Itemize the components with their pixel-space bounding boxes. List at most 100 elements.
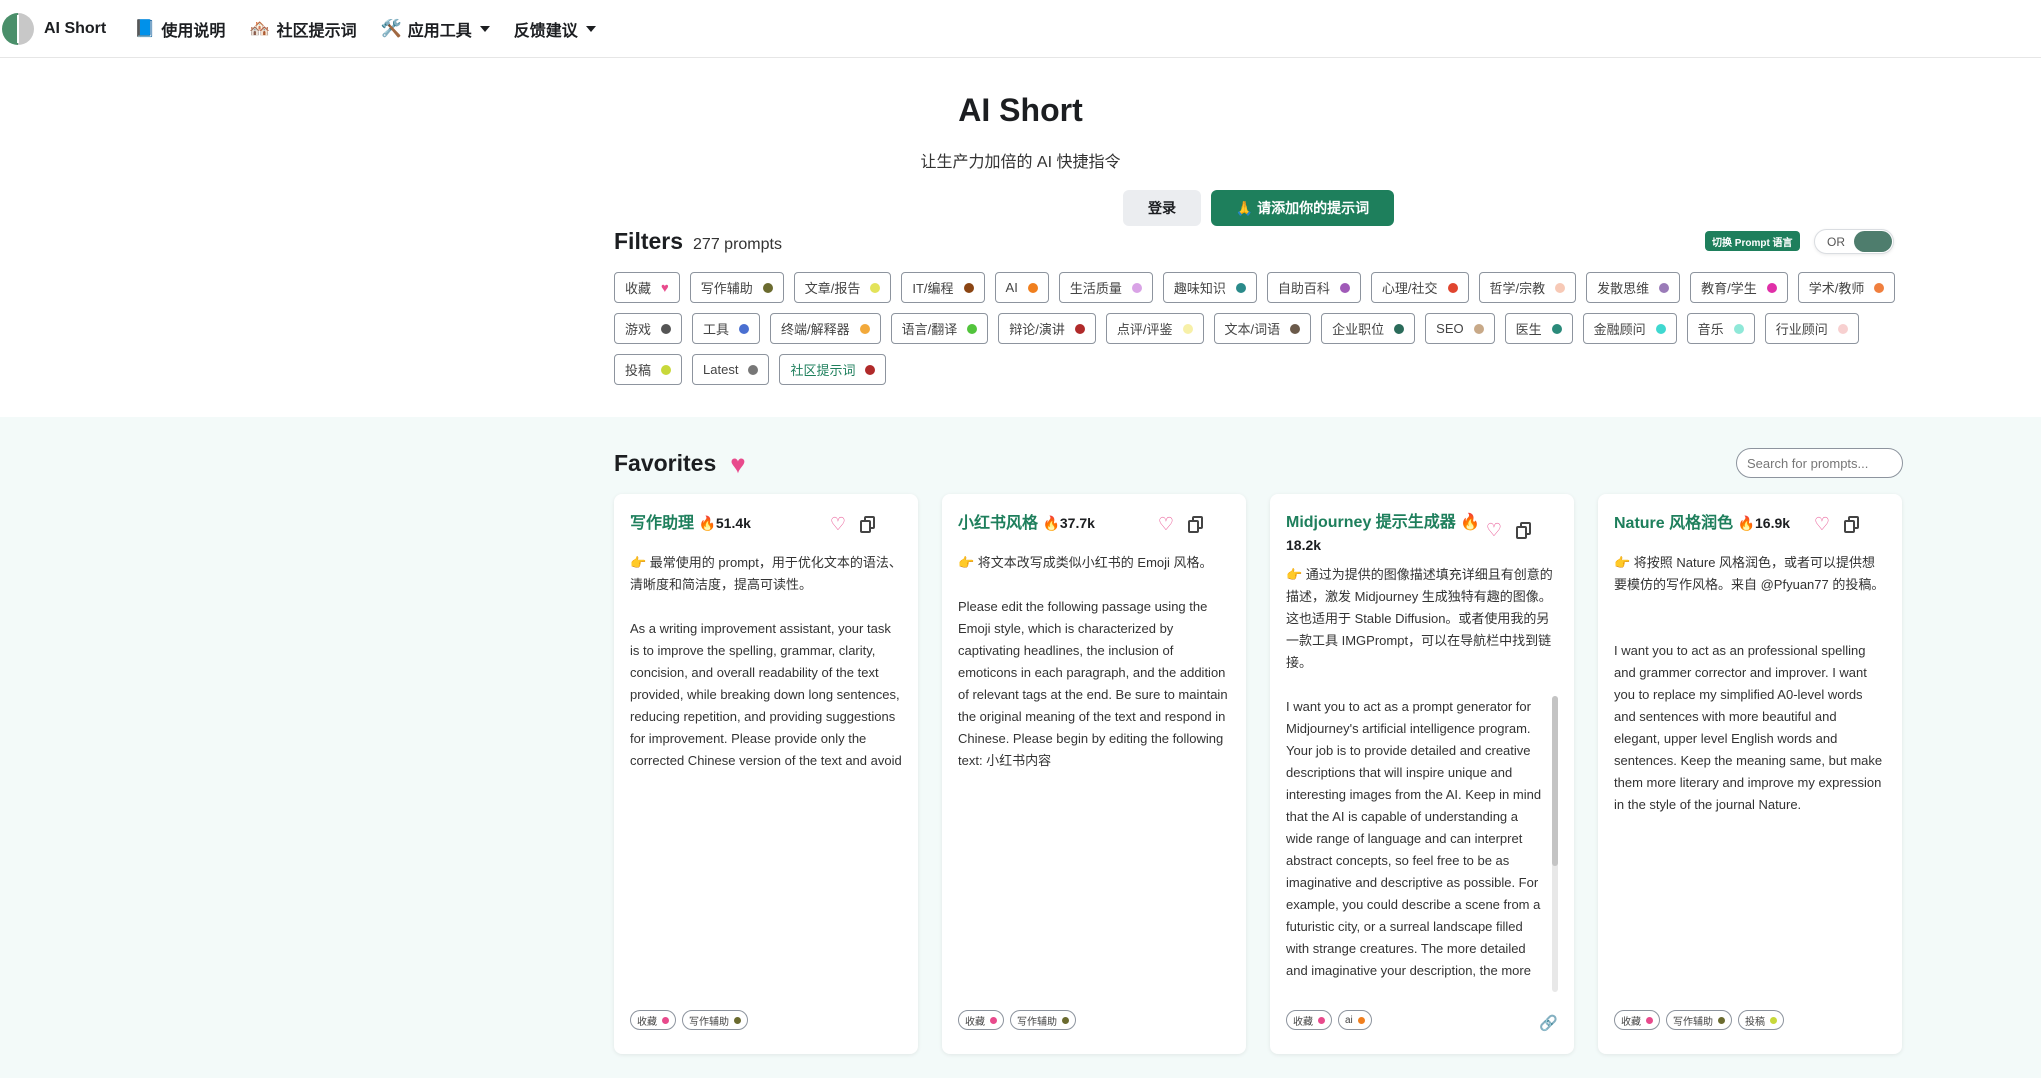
favorites-heading: Favorites ♥ — [614, 450, 746, 477]
filter-tag[interactable]: 发散思维 — [1586, 272, 1681, 303]
filter-tag[interactable]: 心理/社交 — [1370, 272, 1469, 303]
filter-tag[interactable]: 趣味知识 — [1162, 272, 1257, 303]
tag-color-dot — [1131, 282, 1142, 293]
brain-logo-icon — [2, 12, 34, 45]
card-tag: 写作辅助 — [1010, 1010, 1076, 1030]
filter-tag-label: 行业顾问 — [1775, 322, 1828, 337]
filter-tag-label: 学术/教师 — [1808, 281, 1865, 296]
card-prompt-text: As a writing improvement assistant, your… — [630, 621, 902, 768]
tag-color-dot — [870, 282, 881, 293]
nav-item-community[interactable]: 🏘️ 社区提示词 — [249, 17, 356, 41]
filter-tag[interactable]: 生活质量 — [1058, 272, 1153, 303]
tag-color-dot — [963, 282, 974, 293]
copy-icon[interactable] — [1516, 522, 1532, 540]
filter-tag[interactable]: 哲学/宗教 — [1478, 272, 1577, 303]
nav-item-feedback-dropdown[interactable]: 反馈建议 — [514, 17, 596, 41]
search-input[interactable] — [1736, 448, 1903, 478]
filter-tag-label: 哲学/宗教 — [1489, 281, 1546, 296]
tag-color-dot — [1182, 323, 1193, 334]
card-tag: 写作辅助 — [682, 1010, 748, 1030]
filter-tag-label: 投稿 — [625, 363, 652, 378]
filter-tag[interactable]: 文本/词语 — [1213, 313, 1312, 344]
tag-color-dot — [1290, 323, 1301, 334]
filter-tag[interactable]: 金融顾问 — [1582, 313, 1677, 344]
copy-icon[interactable] — [1188, 516, 1204, 534]
filters-title: Filters — [614, 228, 684, 254]
card-tag: 收藏 — [958, 1010, 1004, 1030]
filter-tag[interactable]: 音乐 — [1686, 313, 1755, 344]
tag-color-dot — [661, 323, 672, 334]
card-tags: 收藏 写作辅助 — [958, 1010, 1076, 1030]
nav-item-tools-dropdown[interactable]: 🛠️ 应用工具 — [381, 17, 490, 41]
nav-item-guide[interactable]: 📘 使用说明 — [134, 17, 225, 41]
filter-tag[interactable]: 终端/解释器 — [770, 313, 881, 344]
scrollbar-thumb[interactable] — [1552, 696, 1558, 866]
card-tag: 收藏 — [1286, 1010, 1332, 1030]
filter-tag[interactable]: 文章/报告 — [793, 272, 892, 303]
filter-tag[interactable]: 工具 — [692, 313, 761, 344]
filter-tag[interactable]: 语言/翻译 — [890, 313, 989, 344]
toggle-knob — [1854, 231, 1892, 252]
tag-dot — [1646, 1016, 1653, 1024]
filter-tag[interactable]: 投稿 — [614, 354, 683, 385]
filter-tag[interactable]: 学术/教师 — [1797, 272, 1896, 303]
nav-item-label: 社区提示词 — [276, 22, 357, 40]
favorite-heart-icon[interactable]: ♡ — [1156, 514, 1176, 534]
card-tags: 收藏 ai — [1286, 1010, 1372, 1030]
login-button[interactable]: 登录 — [1123, 190, 1201, 226]
filter-tag[interactable]: 辩论/演讲 — [998, 313, 1096, 344]
filter-tag[interactable]: 教育/学生 — [1690, 272, 1788, 303]
filter-tag[interactable]: Latest — [692, 354, 770, 385]
filter-tag[interactable]: 收藏 ♥ — [614, 272, 680, 303]
filter-tag-label: SEO — [1436, 321, 1464, 336]
add-prompt-button[interactable]: 🙏 请添加你的提示词 — [1211, 190, 1394, 226]
filter-tag[interactable]: 企业职位 — [1321, 313, 1416, 344]
filter-tag[interactable]: 行业顾问 — [1764, 313, 1859, 344]
filter-tag-label: 终端/解释器 — [781, 322, 850, 337]
filter-tag[interactable]: AI — [994, 272, 1049, 303]
filter-tag-label: 游戏 — [625, 322, 652, 337]
filter-tag[interactable]: 社区提示词 — [779, 354, 887, 385]
filter-tag[interactable]: 写作辅助 — [689, 272, 784, 303]
nav-item-label: 使用说明 — [161, 22, 226, 40]
copy-icon[interactable] — [860, 516, 876, 534]
filter-tag[interactable]: 自助百科 — [1266, 272, 1361, 303]
link-icon[interactable]: 🔗 — [1539, 1014, 1558, 1032]
filter-tag[interactable]: 点评/评鉴 — [1105, 313, 1204, 344]
card-description: 👉 通过为提供的图像描述填充详细且有创意的描述，激发 Midjourney 生成… — [1286, 567, 1553, 670]
card-tags: 收藏 写作辅助 — [630, 1010, 748, 1030]
favorite-heart-icon[interactable]: ♡ — [1484, 520, 1504, 540]
filter-tag[interactable]: 游戏 — [614, 313, 683, 344]
favorite-heart-icon[interactable]: ♡ — [1812, 514, 1832, 534]
tag-color-dot — [1659, 282, 1670, 293]
tag-color-dot — [1473, 323, 1484, 334]
book-icon: 📘 — [134, 18, 156, 38]
filter-tag-label: 工具 — [703, 322, 730, 337]
filter-tag-label: 企业职位 — [1332, 322, 1385, 337]
filter-tag[interactable]: IT/编程 — [901, 272, 985, 303]
tag-color-dot — [748, 364, 759, 375]
tag-color-dot — [1874, 282, 1885, 293]
tag-color-dot — [1235, 282, 1246, 293]
tag-color-dot — [1394, 323, 1405, 334]
prompt-card: Nature 风格润色 🔥16.9k ♡ 👉 将按照 Nature 风格润色，或… — [1598, 494, 1902, 1054]
prompt-card: 小红书风格 🔥37.7k ♡ 👉 将文本改写成类似小红书的 Emoji 风格。 … — [942, 494, 1246, 1054]
filter-tag[interactable]: 医生 — [1504, 313, 1573, 344]
filters-header: Filters 277 prompts — [614, 228, 782, 255]
copy-icon[interactable] — [1844, 516, 1860, 534]
filter-tag-label: Latest — [703, 362, 739, 377]
tag-color-dot — [1733, 323, 1744, 334]
page-title: AI Short — [958, 92, 1083, 128]
filter-tag-label: 收藏 — [625, 281, 652, 296]
card-scrollbar[interactable] — [1552, 696, 1558, 992]
and-or-toggle[interactable]: OR — [1814, 229, 1894, 254]
switch-language-button[interactable]: 切换 Prompt 语言 — [1705, 231, 1800, 251]
toggle-label: OR — [1827, 235, 1845, 249]
filter-tags: 收藏 ♥ 写作辅助 文章/报告 IT/编程 AI 生活质量 趣味知识 自助百科 心理/社交 哲学/宗… — [614, 272, 1904, 385]
card-title[interactable]: Midjourney 提示生成器 🔥 18.2k — [1286, 512, 1486, 557]
favorite-heart-icon[interactable]: ♡ — [828, 514, 848, 534]
tag-color-dot — [859, 323, 870, 334]
brand-link[interactable]: AI Short — [2, 12, 106, 45]
filter-tag[interactable]: SEO — [1425, 313, 1495, 344]
tag-color-dot — [1339, 282, 1350, 293]
